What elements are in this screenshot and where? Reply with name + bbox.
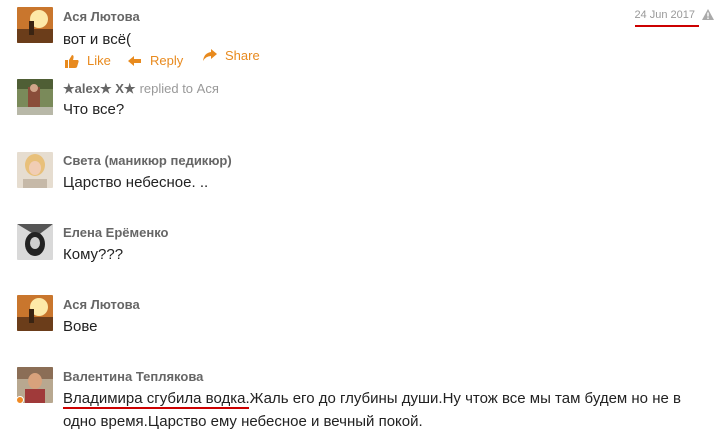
warning-icon[interactable] <box>702 9 714 20</box>
share-label: Share <box>225 48 260 63</box>
comment-text-rest: .Жаль его до глубины души.Ну чтож все мы… <box>245 390 681 407</box>
comment-text: Царство небесное. .. <box>63 174 209 191</box>
comment-text: Что все? <box>63 101 125 118</box>
avatar[interactable] <box>17 7 53 43</box>
comment-date: 24 Jun 2017 <box>634 9 695 21</box>
like-label: Like <box>87 53 111 68</box>
share-arrow-icon <box>203 49 217 61</box>
comment-text-line2: одно время.Царство ему небесное и вечный… <box>63 413 423 430</box>
avatar[interactable] <box>17 295 53 331</box>
online-status-dot <box>16 396 24 404</box>
author-name[interactable]: Валентина Теплякова <box>63 369 203 384</box>
author-name[interactable]: Ася Лютова <box>63 9 140 24</box>
text-underline <box>63 407 249 409</box>
reply-arrow-icon <box>128 56 141 66</box>
author-label: ★alex★ X★ <box>63 81 136 96</box>
comment-text-underlined: Владимира сгубила водка <box>63 390 246 407</box>
comment-text: вот и всё( <box>63 31 132 48</box>
reply-label: Reply <box>150 53 184 68</box>
avatar[interactable] <box>17 152 53 188</box>
author-name[interactable]: Ася Лютова <box>63 297 140 312</box>
author-name[interactable]: Света (маникюр педикюр) <box>63 153 232 168</box>
comment-text: Владимира сгубила водка.Жаль его до глуб… <box>63 390 681 407</box>
thumbs-up-icon <box>65 55 79 68</box>
replied-to[interactable]: replied to Ася <box>140 81 219 96</box>
author-name[interactable]: ★alex★ X★ replied to Ася <box>63 81 219 97</box>
avatar[interactable] <box>17 224 53 260</box>
comment-text: Вове <box>63 318 98 335</box>
comment-text: Кому??? <box>63 246 124 263</box>
author-name[interactable]: Елена Ерёменко <box>63 225 169 240</box>
avatar[interactable] <box>17 79 53 115</box>
date-underline <box>635 25 699 27</box>
